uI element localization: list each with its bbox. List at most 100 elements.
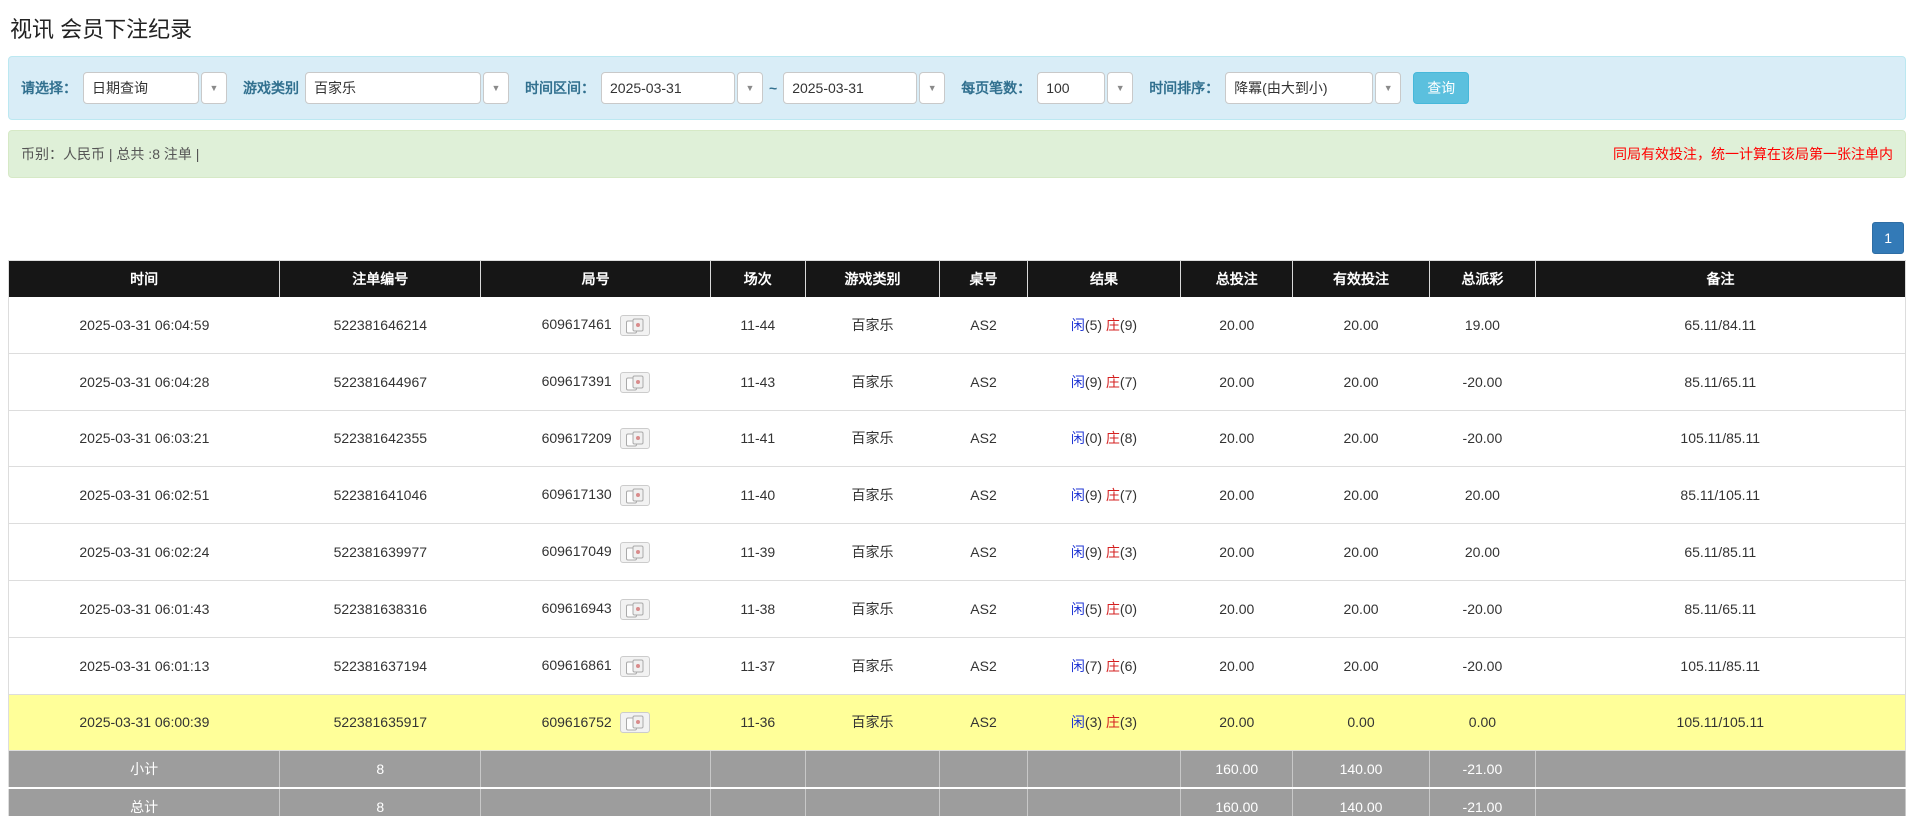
footer-empty-cell (481, 751, 711, 789)
cell-total-bet[interactable]: 20.00 (1181, 467, 1293, 524)
cell-time: 2025-03-31 06:04:59 (9, 297, 280, 353)
cell-total-bet[interactable]: 20.00 (1181, 694, 1293, 751)
round-detail-button[interactable] (620, 485, 650, 506)
cell-bet-id: 522381639977 (280, 524, 481, 581)
table-row: 2025-03-31 06:04:59522381646214609617461… (9, 297, 1906, 353)
cell-session: 11-43 (710, 353, 805, 410)
footer-empty-cell (940, 751, 1027, 789)
footer-label: 小计 (9, 751, 280, 789)
page-1-button[interactable]: 1 (1872, 222, 1904, 254)
cell-bet-id: 522381635917 (280, 694, 481, 751)
column-header: 结果 (1027, 261, 1181, 298)
cell-total-bet[interactable]: 20.00 (1181, 637, 1293, 694)
column-header: 局号 (481, 261, 711, 298)
table-row: 2025-03-31 06:00:39522381635917609616752… (9, 694, 1906, 751)
footer-empty-cell (1027, 751, 1181, 789)
time-range-label: 时间区间： (525, 78, 595, 98)
round-detail-button[interactable] (620, 315, 650, 336)
date-from-dropdown-button[interactable]: ▼ (737, 72, 763, 104)
player-result: 闲 (1071, 487, 1085, 503)
cell-payout: 19.00 (1429, 297, 1535, 353)
cell-time: 2025-03-31 06:02:51 (9, 467, 280, 524)
footer-empty-cell (1027, 788, 1181, 816)
round-detail-button[interactable] (620, 656, 650, 677)
cell-total-bet[interactable]: 20.00 (1181, 297, 1293, 353)
cell-note: 105.11/85.11 (1536, 637, 1906, 694)
date-to-dropdown-button[interactable]: ▼ (919, 72, 945, 104)
cell-result: 闲(9) 庄(7) (1027, 467, 1181, 524)
cell-session: 11-41 (710, 410, 805, 467)
cell-total-bet[interactable]: 20.00 (1181, 353, 1293, 410)
banker-result: 庄 (1106, 658, 1120, 674)
time-sort-input[interactable] (1225, 72, 1373, 104)
summary-row: 小计8160.00140.00-21.00 (9, 751, 1906, 789)
cell-total-bet[interactable]: 20.00 (1181, 410, 1293, 467)
date-to-input[interactable] (783, 72, 917, 104)
cell-total-bet[interactable]: 20.00 (1181, 524, 1293, 581)
column-header: 桌号 (940, 261, 1027, 298)
cell-valid-bet: 20.00 (1293, 524, 1430, 581)
table-row: 2025-03-31 06:02:24522381639977609617049… (9, 524, 1906, 581)
cell-game-type: 百家乐 (805, 410, 940, 467)
cell-session: 11-36 (710, 694, 805, 751)
round-detail-button[interactable] (620, 599, 650, 620)
table-row: 2025-03-31 06:01:13522381637194609616861… (9, 637, 1906, 694)
time-sort-combobox: ▼ (1225, 72, 1401, 104)
cell-round-id: 609617209 (481, 410, 711, 467)
banker-result: 庄 (1106, 714, 1120, 730)
footer-empty-cell (710, 788, 805, 816)
search-button[interactable]: 查询 (1413, 72, 1469, 104)
chevron-down-icon: ▼ (928, 84, 937, 93)
cell-game-type: 百家乐 (805, 524, 940, 581)
round-detail-button[interactable] (620, 372, 650, 393)
round-id-text: 609616943 (542, 600, 612, 616)
cards-icon (625, 431, 645, 447)
column-header: 有效投注 (1293, 261, 1430, 298)
cards-icon (625, 602, 645, 618)
cell-payout: 20.00 (1429, 467, 1535, 524)
cell-time: 2025-03-31 06:03:21 (9, 410, 280, 467)
page-size-input[interactable] (1037, 72, 1105, 104)
cards-icon (625, 545, 645, 561)
cell-session: 11-37 (710, 637, 805, 694)
cell-result: 闲(5) 庄(0) (1027, 580, 1181, 637)
column-header: 总派彩 (1429, 261, 1535, 298)
cell-payout: 0.00 (1429, 694, 1535, 751)
cards-icon (625, 318, 645, 334)
round-detail-button[interactable] (620, 542, 650, 563)
table-row: 2025-03-31 06:01:43522381638316609616943… (9, 580, 1906, 637)
footer-empty-cell (805, 751, 940, 789)
cell-game-type: 百家乐 (805, 580, 940, 637)
time-sort-dropdown-button[interactable]: ▼ (1375, 72, 1401, 104)
cards-icon (625, 715, 645, 731)
chevron-down-icon: ▼ (1384, 84, 1393, 93)
round-detail-button[interactable] (620, 712, 650, 733)
cell-note: 65.11/84.11 (1536, 297, 1906, 353)
round-detail-button[interactable] (620, 428, 650, 449)
cell-session: 11-38 (710, 580, 805, 637)
footer-empty-cell (940, 788, 1027, 816)
round-id-text: 609617130 (542, 486, 612, 502)
cell-session: 11-40 (710, 467, 805, 524)
date-from-combobox: ▼ (601, 72, 763, 104)
cell-bet-id: 522381642355 (280, 410, 481, 467)
cell-round-id: 609616943 (481, 580, 711, 637)
query-type-dropdown-button[interactable]: ▼ (201, 72, 227, 104)
footer-label: 总计 (9, 788, 280, 816)
cell-table-number: AS2 (940, 467, 1027, 524)
bets-table: 时间注单编号局号场次游戏类别桌号结果总投注有效投注总派彩备注 2025-03-3… (8, 260, 1906, 816)
cell-result: 闲(9) 庄(3) (1027, 524, 1181, 581)
query-type-input[interactable] (83, 72, 199, 104)
cell-total-bet[interactable]: 20.00 (1181, 580, 1293, 637)
banker-result: 庄 (1106, 487, 1120, 503)
game-type-input[interactable] (305, 72, 481, 104)
page-size-dropdown-button[interactable]: ▼ (1107, 72, 1133, 104)
game-type-dropdown-button[interactable]: ▼ (483, 72, 509, 104)
date-from-input[interactable] (601, 72, 735, 104)
round-id-text: 609616752 (542, 714, 612, 730)
cell-game-type: 百家乐 (805, 694, 940, 751)
footer-count: 8 (280, 788, 481, 816)
footer-payout: -21.00 (1429, 751, 1535, 789)
player-result: 闲 (1071, 544, 1085, 560)
cell-game-type: 百家乐 (805, 297, 940, 353)
